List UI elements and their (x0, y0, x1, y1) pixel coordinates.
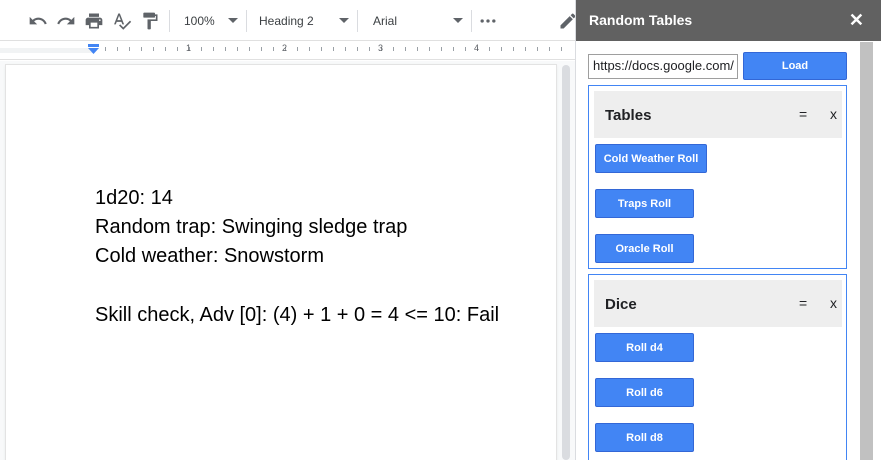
spellcheck-icon[interactable] (112, 11, 132, 31)
roll-d8-button[interactable]: Roll d8 (595, 423, 694, 452)
addon-sidebar: Random Tables ✕ https://docs.google.com/… (575, 0, 881, 460)
ruler-tick (345, 47, 346, 51)
editor-toolbar: 100% Heading 2 Arial (0, 0, 576, 41)
toolbar-divider (169, 10, 170, 32)
font-value: Arial (373, 14, 398, 28)
ruler-number: 2 (282, 43, 288, 53)
ruler-tick (153, 47, 154, 51)
ruler-number: 1 (186, 43, 192, 53)
document-line[interactable]: Skill check, Adv [0]: (4) + 1 + 0 = 4 <=… (95, 304, 499, 327)
ruler-tick (297, 47, 298, 51)
ruler-tick (129, 47, 130, 51)
menu-icon[interactable]: = (799, 295, 807, 311)
ruler-tick (213, 47, 214, 51)
ruler-tick (429, 47, 430, 51)
style-value: Heading 2 (259, 14, 314, 28)
undo-icon[interactable] (28, 11, 48, 31)
ruler-tick (537, 47, 538, 51)
ruler-tick (525, 47, 526, 51)
panel-header: Dice = x (594, 280, 842, 327)
more-icon[interactable] (478, 11, 498, 31)
panel-header: Tables = x (594, 91, 842, 138)
load-button[interactable]: Load (743, 52, 847, 80)
ruler-tick (177, 47, 178, 51)
toolbar-divider (246, 10, 247, 32)
panel-title: Tables (605, 107, 652, 124)
ruler-tick (561, 47, 562, 51)
ruler-tick (453, 47, 454, 51)
ruler-tick (249, 47, 250, 51)
ruler: 1 2 3 4 (0, 41, 575, 60)
ruler-tick (201, 47, 202, 51)
font-select[interactable]: Arial (373, 10, 463, 32)
cold-weather-roll-button[interactable]: Cold Weather Roll (595, 144, 707, 173)
ruler-tick (501, 47, 502, 51)
ruler-tick (165, 47, 166, 51)
close-icon[interactable]: x (830, 295, 837, 311)
ruler-tick (333, 47, 334, 51)
ruler-tick (441, 47, 442, 51)
ruler-tick (105, 47, 106, 51)
roll-d6-button[interactable]: Roll d6 (595, 378, 694, 407)
zoom-select[interactable]: 100% (184, 10, 238, 32)
sidebar-scrollbar[interactable] (860, 42, 873, 460)
ruler-tick (549, 47, 550, 51)
chevron-down-icon (453, 18, 463, 23)
url-input[interactable]: https://docs.google.com/ (588, 54, 738, 79)
ruler-tick (417, 47, 418, 51)
document-line[interactable]: 1d20: 14 (95, 187, 173, 210)
ruler-number: 4 (474, 43, 480, 53)
style-select[interactable]: Heading 2 (259, 10, 349, 32)
panel-title: Dice (605, 296, 637, 313)
ruler-tick (309, 47, 310, 51)
ruler-tick (465, 47, 466, 51)
print-icon[interactable] (84, 11, 104, 31)
ruler-tick (405, 47, 406, 51)
ruler-tick (321, 47, 322, 51)
oracle-roll-button[interactable]: Oracle Roll (595, 234, 694, 263)
toolbar-divider (357, 10, 358, 32)
toolbar-divider (471, 10, 472, 32)
ruler-tick (369, 47, 370, 51)
app-root: 100% Heading 2 Arial 1 2 3 4 1d20: 14 Ra… (0, 0, 881, 460)
sidebar-title: Random Tables (589, 12, 693, 28)
tables-panel: Tables = x Cold Weather Roll Traps Roll … (588, 85, 847, 269)
ruler-tick (261, 47, 262, 51)
sidebar-header: Random Tables ✕ (576, 0, 881, 41)
ruler-tick (357, 47, 358, 51)
ruler-number: 3 (378, 43, 384, 53)
chevron-down-icon (339, 18, 349, 23)
document-line[interactable]: Random trap: Swinging sledge trap (95, 216, 407, 239)
ruler-tick (237, 47, 238, 51)
close-icon[interactable]: ✕ (849, 11, 864, 29)
ruler-tick (489, 47, 490, 51)
close-icon[interactable]: x (830, 106, 837, 122)
ruler-tick (393, 47, 394, 51)
ruler-tick (225, 47, 226, 51)
roll-d4-button[interactable]: Roll d4 (595, 333, 694, 362)
document-scrollbar[interactable] (562, 65, 570, 460)
redo-icon[interactable] (56, 11, 76, 31)
chevron-down-icon (228, 18, 238, 23)
paint-format-icon[interactable] (140, 11, 160, 31)
zoom-value: 100% (184, 14, 215, 28)
ruler-tick (117, 47, 118, 51)
ruler-tick (273, 47, 274, 51)
ruler-tick (141, 47, 142, 51)
menu-icon[interactable]: = (799, 106, 807, 122)
ruler-tick (513, 47, 514, 51)
document-line[interactable]: Cold weather: Snowstorm (95, 245, 324, 268)
dice-panel: Dice = x Roll d4 Roll d6 Roll d8 (588, 274, 847, 460)
traps-roll-button[interactable]: Traps Roll (595, 189, 694, 218)
indent-marker-icon[interactable] (88, 44, 99, 54)
